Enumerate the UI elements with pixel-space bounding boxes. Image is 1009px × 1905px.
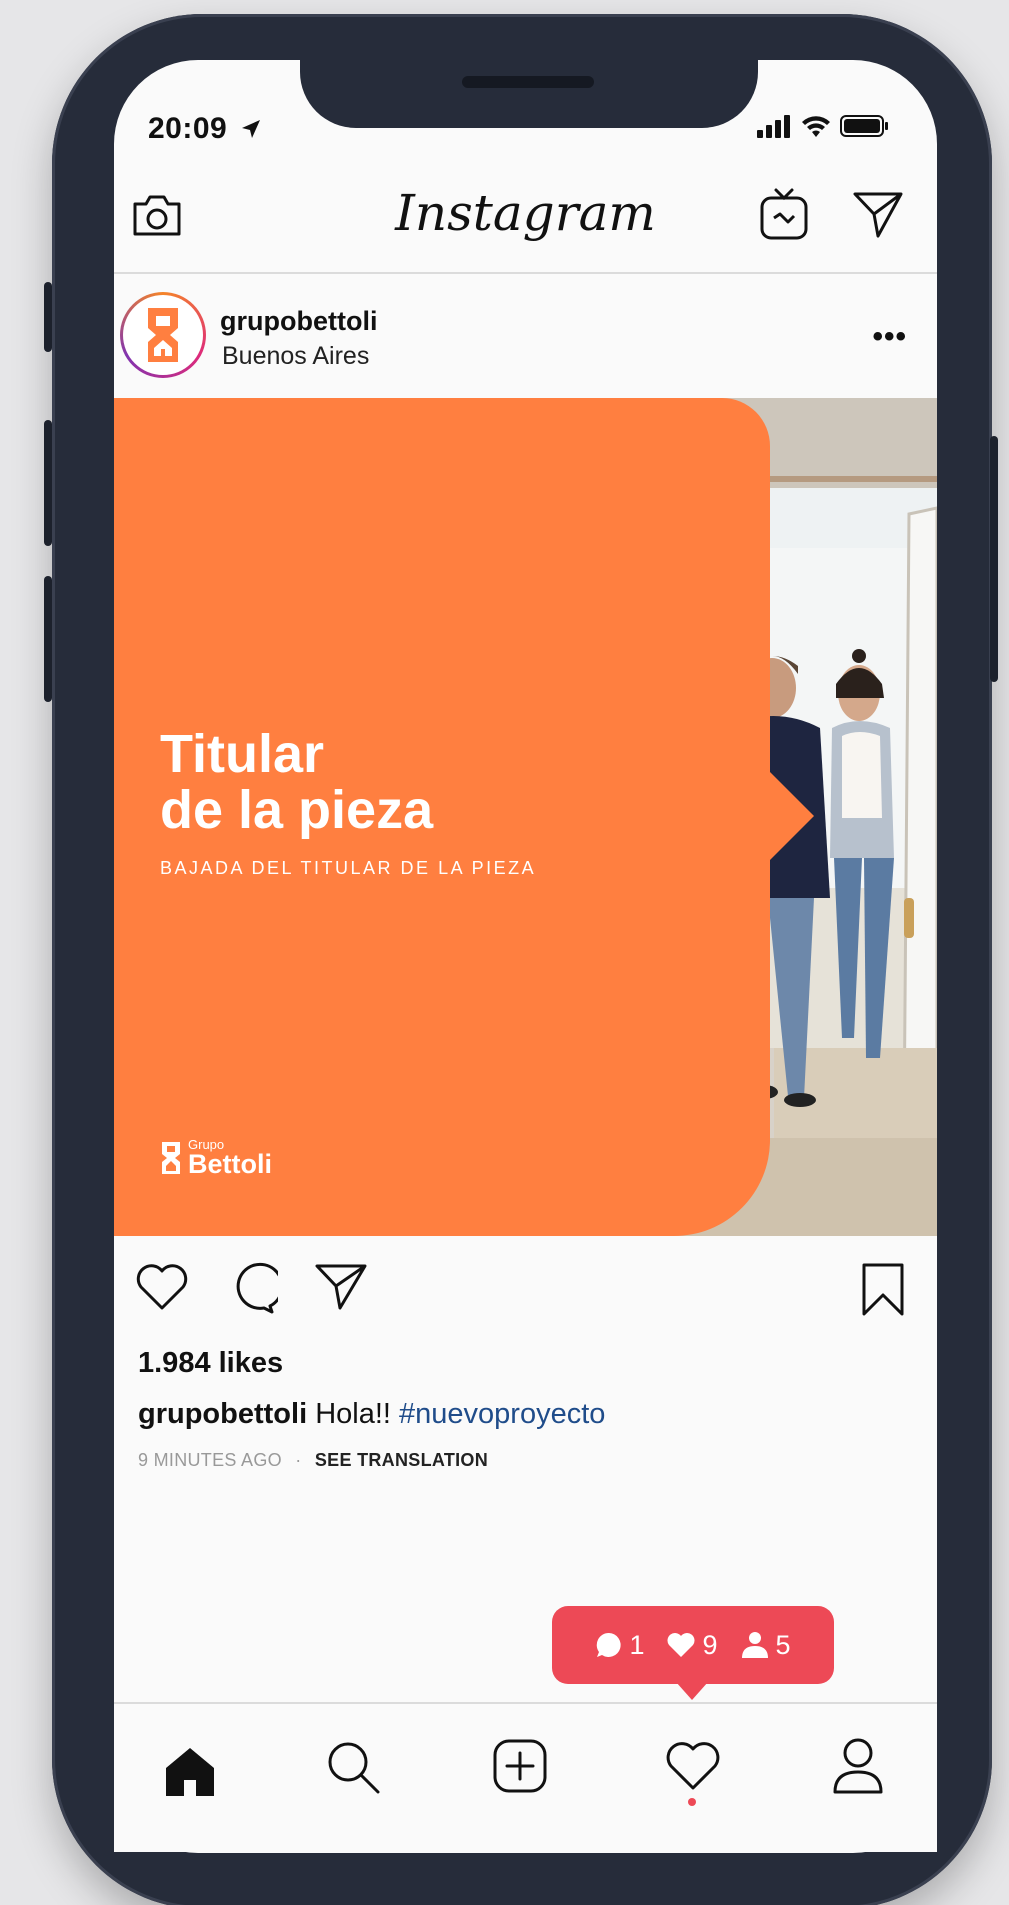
direct-message-icon[interactable] xyxy=(852,190,904,240)
profile-icon[interactable] xyxy=(830,1736,886,1796)
volume-up-button xyxy=(44,420,52,546)
comment-bubble-icon xyxy=(597,1632,622,1657)
new-post-icon[interactable] xyxy=(492,1738,548,1794)
post-location[interactable]: Buenos Aires xyxy=(222,342,369,371)
status-time: 20:09 xyxy=(148,112,262,146)
app-title: Instagram xyxy=(395,184,656,242)
headline-line-2: de la pieza xyxy=(160,780,434,840)
bettoli-logo-icon xyxy=(162,1142,180,1174)
follows-count: 5 xyxy=(775,1629,791,1660)
like-heart-icon[interactable] xyxy=(134,1262,190,1312)
comments-notification: 1 xyxy=(595,1630,644,1661)
caption-hashtag[interactable]: #nuevoproyecto xyxy=(399,1398,605,1430)
likes-count[interactable]: 1.984 likes xyxy=(138,1347,283,1380)
location-arrow-icon xyxy=(242,120,261,138)
post-caption: grupobettoli Hola!! #nuevoproyecto xyxy=(138,1398,605,1431)
see-translation-link[interactable]: SEE TRANSLATION xyxy=(315,1450,488,1470)
post-time-ago: 9 MINUTES AGO xyxy=(138,1450,282,1470)
brand-logo: Grupo Bettoli xyxy=(160,1138,272,1178)
image-headline: Titular de la pieza xyxy=(160,726,720,838)
mute-switch xyxy=(44,282,52,352)
home-icon[interactable] xyxy=(162,1744,218,1798)
brand-big-text: Bettoli xyxy=(188,1149,272,1179)
follows-notification: 5 xyxy=(740,1630,791,1661)
activity-heart-icon[interactable] xyxy=(664,1740,722,1792)
wifi-icon xyxy=(802,116,830,137)
power-button xyxy=(990,436,998,682)
bettoli-logo-icon xyxy=(148,308,178,362)
person-icon xyxy=(741,1632,768,1658)
post-header: grupobettoli Buenos Aires ••• xyxy=(114,276,937,396)
caption-text: Hola!! xyxy=(315,1398,391,1430)
headline-card-pointer xyxy=(766,768,814,864)
likes-notification-count: 9 xyxy=(702,1629,718,1660)
image-subheadline: BAJADA DEL TITULAR DE LA PIEZA xyxy=(160,858,537,878)
likes-notification: 9 xyxy=(666,1629,718,1661)
headline-line-1: Titular xyxy=(160,724,325,784)
post-actions xyxy=(114,1236,937,1336)
speaker xyxy=(462,76,594,88)
comments-count: 1 xyxy=(629,1629,645,1660)
caption-username[interactable]: grupobettoli xyxy=(138,1398,307,1430)
activity-indicator-dot xyxy=(688,1798,696,1806)
notification-pointer xyxy=(676,1682,708,1700)
notch xyxy=(300,60,758,128)
avatar[interactable] xyxy=(120,292,206,378)
meta-separator: · xyxy=(295,1450,302,1470)
bookmark-icon[interactable] xyxy=(860,1262,906,1318)
post-username[interactable]: grupobettoli xyxy=(220,306,377,337)
post-image[interactable]: Titular de la pieza BAJADA DEL TITULAR D… xyxy=(114,398,937,1236)
igtv-icon[interactable] xyxy=(758,186,810,242)
battery-icon xyxy=(840,115,888,137)
app-header: Instagram xyxy=(114,160,937,274)
stage: 20:09 Instagram grupobettoli Buenos Aire… xyxy=(0,0,1009,1905)
signal-icon xyxy=(757,115,790,138)
search-icon[interactable] xyxy=(324,1738,382,1796)
post-meta: 9 MINUTES AGO · SEE TRANSLATION xyxy=(138,1450,488,1471)
status-indicators xyxy=(756,114,890,138)
more-options-icon[interactable]: ••• xyxy=(872,320,907,354)
activity-notification[interactable]: 1 9 5 xyxy=(552,1606,834,1684)
volume-down-button xyxy=(44,576,52,702)
heart-icon xyxy=(667,1633,695,1657)
comment-icon[interactable] xyxy=(224,1262,278,1316)
bottom-tab-bar xyxy=(114,1702,937,1852)
share-icon[interactable] xyxy=(314,1262,368,1312)
